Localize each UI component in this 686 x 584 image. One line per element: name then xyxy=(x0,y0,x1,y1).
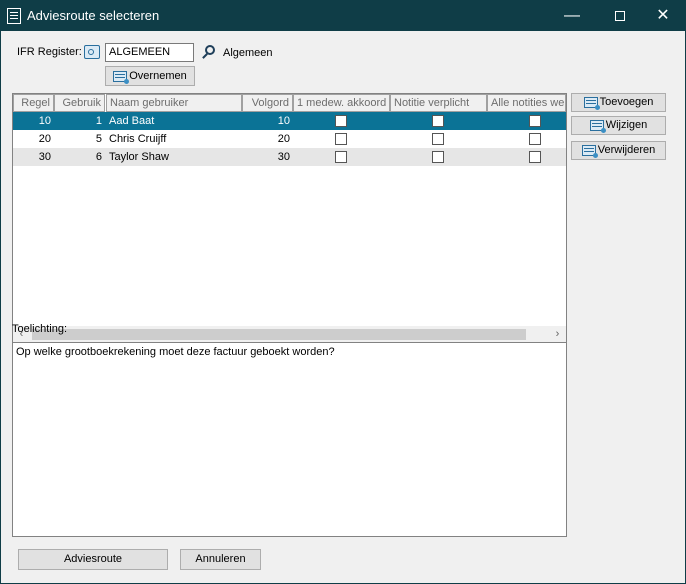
column-header-naam[interactable]: Naam gebruiker xyxy=(106,94,242,112)
alle-notities-checkbox[interactable] xyxy=(529,151,541,163)
cell-volgorde: 10 xyxy=(277,115,290,127)
cell-gebruiker: 5 xyxy=(95,133,102,145)
toelichting-label: Toelichting: xyxy=(12,323,68,335)
dialog-window: Adviesroute selecteren — ✕ IFR Register:… xyxy=(0,0,686,584)
scroll-right-icon[interactable]: › xyxy=(549,326,566,343)
verwijderen-button[interactable]: Verwijderen xyxy=(571,141,666,160)
register-input[interactable]: ALGEMEEN xyxy=(105,43,194,62)
toelichting-textarea[interactable]: Op welke grootboekrekening moet deze fac… xyxy=(12,342,567,537)
window-title: Adviesroute selecteren xyxy=(27,8,160,23)
table-row[interactable]: 30 6 Taylor Shaw 30 xyxy=(13,148,566,166)
maximize-icon[interactable] xyxy=(597,0,643,31)
wijzigen-button[interactable]: Wijzigen xyxy=(571,116,666,135)
route-grid[interactable]: Regel Gebruik Naam gebruiker Volgord 1 m… xyxy=(12,93,567,344)
column-header-akkoord[interactable]: 1 medew. akkoord xyxy=(293,94,390,112)
register-lookup-icon[interactable] xyxy=(84,45,100,59)
horizontal-scrollbar[interactable]: ‹ › xyxy=(13,326,566,343)
column-header-volgorde[interactable]: Volgord xyxy=(242,94,293,112)
add-icon xyxy=(583,96,600,110)
akkoord-checkbox[interactable] xyxy=(335,133,347,145)
overnemen-icon xyxy=(113,70,130,84)
alle-notities-checkbox[interactable] xyxy=(529,133,541,145)
register-description: Algemeen xyxy=(223,47,273,59)
form-icon xyxy=(7,8,21,24)
cell-regel: 30 xyxy=(38,151,51,163)
annuleren-button[interactable]: Annuleren xyxy=(180,549,261,570)
edit-icon xyxy=(589,119,606,133)
delete-icon xyxy=(581,144,598,158)
column-header-gebruiker[interactable]: Gebruik xyxy=(54,94,105,112)
title-bar[interactable]: Adviesroute selecteren — ✕ xyxy=(0,0,686,31)
column-header-alle-notities[interactable]: Alle notities we xyxy=(487,94,566,112)
cell-naam: Taylor Shaw xyxy=(109,151,169,163)
table-row[interactable]: 20 5 Chris Cruijff 20 xyxy=(13,130,566,148)
scroll-thumb[interactable] xyxy=(32,329,526,340)
notitie-verplicht-checkbox[interactable] xyxy=(432,151,444,163)
close-icon[interactable]: ✕ xyxy=(640,0,686,31)
adviesroute-button[interactable]: Adviesroute xyxy=(18,549,168,570)
cell-naam: Aad Baat xyxy=(109,115,155,127)
column-header-regel[interactable]: Regel xyxy=(13,94,54,112)
akkoord-checkbox[interactable] xyxy=(335,151,347,163)
notitie-verplicht-checkbox[interactable] xyxy=(432,133,444,145)
alle-notities-checkbox[interactable] xyxy=(529,115,541,127)
cell-volgorde: 30 xyxy=(277,151,290,163)
cell-naam: Chris Cruijff xyxy=(109,133,167,145)
overnemen-button[interactable]: Overnemen xyxy=(105,66,195,86)
search-icon[interactable] xyxy=(201,44,217,60)
table-row[interactable]: 10 1 Aad Baat 10 xyxy=(13,112,566,130)
cell-volgorde: 20 xyxy=(277,133,290,145)
toevoegen-button[interactable]: Toevoegen xyxy=(571,93,666,112)
cell-regel: 20 xyxy=(38,133,51,145)
akkoord-checkbox[interactable] xyxy=(335,115,347,127)
cell-gebruiker: 6 xyxy=(95,151,102,163)
dialog-body: IFR Register: ALGEMEEN Algemeen Overneme… xyxy=(1,31,685,583)
minimize-icon[interactable]: — xyxy=(549,0,595,31)
cell-regel: 10 xyxy=(38,115,51,127)
cell-gebruiker: 1 xyxy=(95,115,102,127)
column-header-notitie-verplicht[interactable]: Notitie verplicht xyxy=(390,94,487,112)
notitie-verplicht-checkbox[interactable] xyxy=(432,115,444,127)
register-label: IFR Register: xyxy=(17,46,82,58)
